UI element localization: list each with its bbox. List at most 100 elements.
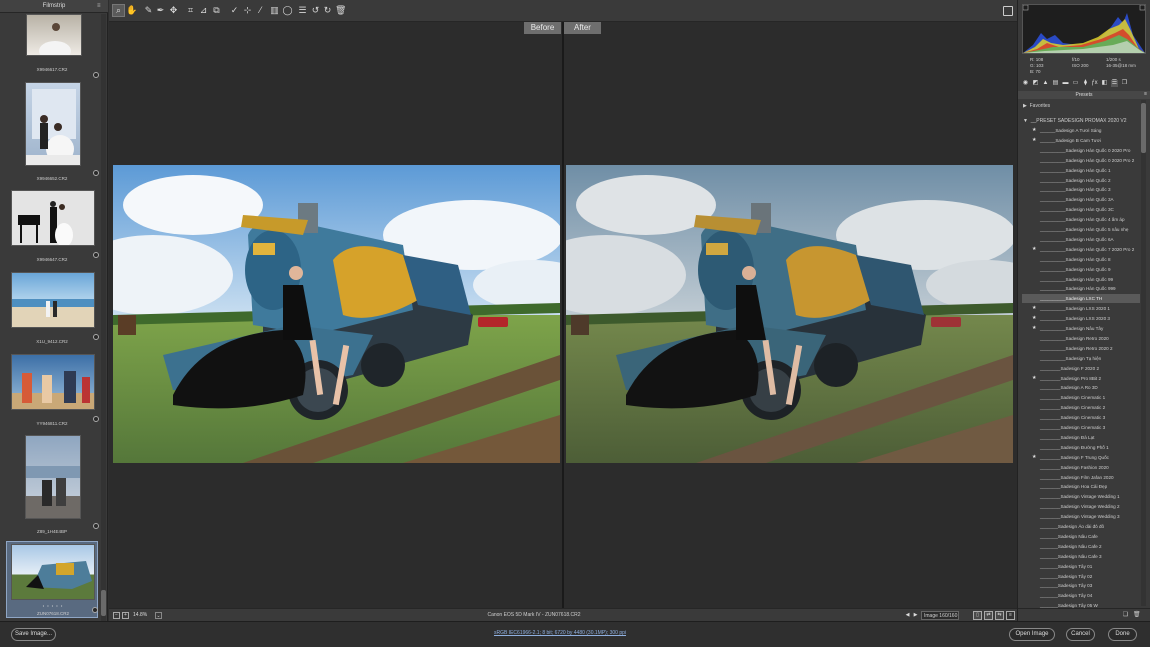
- targeted-adjustment-tool-icon[interactable]: ✥: [168, 5, 179, 16]
- new-preset-icon[interactable]: ❏: [1122, 612, 1129, 619]
- preset-item[interactable]: __________Sadesign Hàn Quốc 2: [1022, 176, 1140, 185]
- zoom-level[interactable]: 14.8%: [133, 612, 169, 619]
- preset-item[interactable]: __________Sadesign Hàn Quốc 9: [1022, 265, 1140, 274]
- color-sampler-tool-icon[interactable]: ✒: [155, 5, 166, 16]
- done-button[interactable]: Done: [1108, 628, 1137, 641]
- preset-item[interactable]: _______Sadesign Nâu Cafe 2: [1022, 542, 1140, 551]
- swap-settings-icon[interactable]: ⇄: [984, 611, 993, 620]
- preferences-icon[interactable]: ☰: [297, 5, 308, 16]
- zoom-tool-icon[interactable]: ⌕: [112, 4, 125, 17]
- tone-curve-tab-icon[interactable]: ◩: [1032, 80, 1039, 87]
- favorite-star-icon[interactable]: ★: [1032, 304, 1038, 313]
- hand-tool-icon[interactable]: ✋: [126, 5, 137, 16]
- graduated-filter-tool-icon[interactable]: ▥: [269, 5, 280, 16]
- zoom-out-icon[interactable]: −: [113, 612, 120, 619]
- filmstrip-item[interactable]: X9946652.CR2: [6, 80, 99, 182]
- split-toning-tab-icon[interactable]: ▬: [1062, 80, 1069, 87]
- preset-group[interactable]: ▼ __PRESET SADESIGN PROMAX 2020 V2: [1023, 118, 1127, 124]
- fullscreen-toggle-icon[interactable]: [1003, 6, 1013, 16]
- filmstrip-item[interactable]: YY946811.CR2: [6, 352, 99, 428]
- favorite-star-icon[interactable]: ★: [1032, 245, 1038, 254]
- preset-item[interactable]: ________Sadesign Hoa Cải Đẹp: [1022, 482, 1140, 491]
- white-balance-tool-icon[interactable]: ✎: [143, 5, 154, 16]
- preset-item[interactable]: __________Sadesign Hàn Quốc 3A: [1022, 195, 1140, 204]
- favorite-star-icon[interactable]: ★: [1032, 324, 1038, 333]
- filmstrip-item-selected[interactable]: • • • • • ZUN07618.CR2: [6, 541, 98, 618]
- rotate-left-icon[interactable]: ↺: [310, 5, 321, 16]
- toggle-settings-icon[interactable]: ≡: [1006, 611, 1015, 620]
- zoom-dropdown-icon[interactable]: ⌄: [155, 612, 162, 619]
- preset-item[interactable]: _______Sadesign Tây 03: [1022, 581, 1140, 590]
- transform-tab-icon[interactable]: ⧫: [1082, 80, 1089, 87]
- preset-item[interactable]: ★ ______Sadesign B Cam Tươi: [1022, 136, 1140, 145]
- preset-item[interactable]: ________Sadesign Vintage Wedding 2: [1022, 502, 1140, 511]
- preset-item[interactable]: ________Sadesign F 2020 2: [1022, 364, 1140, 373]
- preset-item[interactable]: ★ ______Sadesign A Tươi Sáng: [1022, 126, 1140, 135]
- preset-item[interactable]: ________Sadesign Cinematic 3: [1022, 423, 1140, 432]
- basic-tab-icon[interactable]: ◉: [1022, 80, 1029, 87]
- presets-menu-icon[interactable]: ≡: [1144, 92, 1147, 97]
- adjustment-brush-tool-icon[interactable]: ⁄: [255, 5, 266, 16]
- delete-preset-icon[interactable]: 🗑: [1133, 612, 1141, 619]
- zoom-in-icon[interactable]: +: [122, 612, 129, 619]
- snapshots-tab-icon[interactable]: ❐: [1121, 80, 1128, 87]
- next-image-icon[interactable]: ▶: [912, 612, 919, 619]
- preset-item[interactable]: _______Sadesign Nâu Cafe: [1022, 532, 1140, 541]
- preset-item[interactable]: __________Sadesign Hàn Quốc 0 2020 Pro: [1022, 146, 1140, 155]
- radial-filter-tool-icon[interactable]: ◯: [282, 5, 293, 16]
- filmstrip-menu-icon[interactable]: ≡: [97, 3, 103, 9]
- workflow-options-link[interactable]: sRGB IEC61966-2.1; 8 bit; 6720 by 4480 (…: [470, 630, 650, 636]
- filmstrip-scroll-thumb[interactable]: [101, 590, 106, 616]
- preset-item[interactable]: ★ ________Sadesign F Trung Quốc: [1022, 453, 1140, 462]
- open-image-button[interactable]: Open Image: [1009, 628, 1055, 641]
- preset-item[interactable]: _______Sadesign Tây 01: [1022, 562, 1140, 571]
- preset-item[interactable]: ________Sadesign Cinematic 2: [1022, 403, 1140, 412]
- filmstrip-scrollbar[interactable]: [101, 14, 106, 621]
- favorite-star-icon[interactable]: ★: [1032, 453, 1038, 462]
- preset-item[interactable]: __________Sadesign Hàn Quốc 4 ấm áp: [1022, 215, 1140, 224]
- preset-item[interactable]: __________Sadesign Hàn Quốc 3C: [1022, 205, 1140, 214]
- preset-item[interactable]: ★ __________Sadesign LXS 2020 1: [1022, 304, 1140, 313]
- before-after-view-icon[interactable]: ▯: [973, 611, 982, 620]
- lens-tab-icon[interactable]: ▭: [1072, 80, 1079, 87]
- cancel-button[interactable]: Cancel: [1066, 628, 1095, 641]
- favorite-star-icon[interactable]: ★: [1032, 136, 1038, 145]
- preset-item[interactable]: ________Sadesign A Ro 3D: [1022, 383, 1140, 392]
- preset-item[interactable]: _______Sadesign Tây 04: [1022, 591, 1140, 600]
- preset-item[interactable]: ________Sadesign Fashion 2020: [1022, 463, 1140, 472]
- preset-item[interactable]: _______Sadesign Nâu Cafe 3: [1022, 552, 1140, 561]
- spot-removal-tool-icon[interactable]: ✓: [229, 5, 240, 16]
- transform-tool-icon[interactable]: ⧉: [211, 5, 222, 16]
- presets-scroll-thumb[interactable]: [1141, 103, 1146, 153]
- preset-item[interactable]: __________Sadesign Hàn Quốc 6A: [1022, 235, 1140, 244]
- detail-tab-icon[interactable]: ▲: [1042, 80, 1049, 87]
- preset-item[interactable]: __________Sadesign Hàn Quốc 3: [1022, 185, 1140, 194]
- preset-item[interactable]: ________Sadesign Cinematic 3: [1022, 413, 1140, 422]
- straighten-tool-icon[interactable]: ⊿: [198, 5, 209, 16]
- preset-item[interactable]: _______Sadesign Tây 02: [1022, 572, 1140, 581]
- filmstrip-item[interactable]: Z89_1H4E4BP: [6, 433, 99, 535]
- red-eye-tool-icon[interactable]: ⊹: [242, 5, 253, 16]
- favorite-star-icon[interactable]: ★: [1032, 374, 1038, 383]
- effects-tab-icon[interactable]: ƒx: [1091, 80, 1098, 87]
- filmstrip-item[interactable]: X1U_9412.CR2: [6, 270, 99, 346]
- preset-item[interactable]: __________Sadesign Hàn Quốc 5 nâu nhẹ: [1022, 225, 1140, 234]
- preset-item[interactable]: __________Sadesign Tạ hiện: [1022, 354, 1140, 363]
- crop-tool-icon[interactable]: ⌗: [185, 5, 196, 16]
- preset-item[interactable]: ________Sadesign Film Jafan 2020: [1022, 473, 1140, 482]
- preset-item[interactable]: ★ __________Sadesign LXS 2020 3: [1022, 314, 1140, 323]
- before-label[interactable]: Before: [524, 22, 561, 34]
- preset-item[interactable]: __________Sadesign Hàn Quốc 0 2020 Pro 2: [1022, 156, 1140, 165]
- preset-item[interactable]: __________Sadesign Hàn Quốc 999: [1022, 284, 1140, 293]
- preset-item[interactable]: __________Sadesign Hàn Quốc 99: [1022, 275, 1140, 284]
- preset-item[interactable]: ________Sadesign Vintage Wedding 1: [1022, 492, 1140, 501]
- filmstrip-item[interactable]: X9946617.CR2: [6, 14, 99, 78]
- after-label[interactable]: After: [564, 22, 601, 34]
- preset-item[interactable]: ★ __________Sadesign Nâu Tây: [1022, 324, 1140, 333]
- filmstrip-item[interactable]: X9946647.CR2: [6, 188, 99, 264]
- rating-stars[interactable]: • • • • •: [7, 603, 99, 608]
- copy-settings-icon[interactable]: ⇆: [995, 611, 1004, 620]
- preset-item[interactable]: __________Sadesign Retro 2020 2: [1022, 344, 1140, 353]
- favorite-star-icon[interactable]: ★: [1032, 314, 1038, 323]
- preset-item[interactable]: __________Sadesign Hàn Quốc 1: [1022, 166, 1140, 175]
